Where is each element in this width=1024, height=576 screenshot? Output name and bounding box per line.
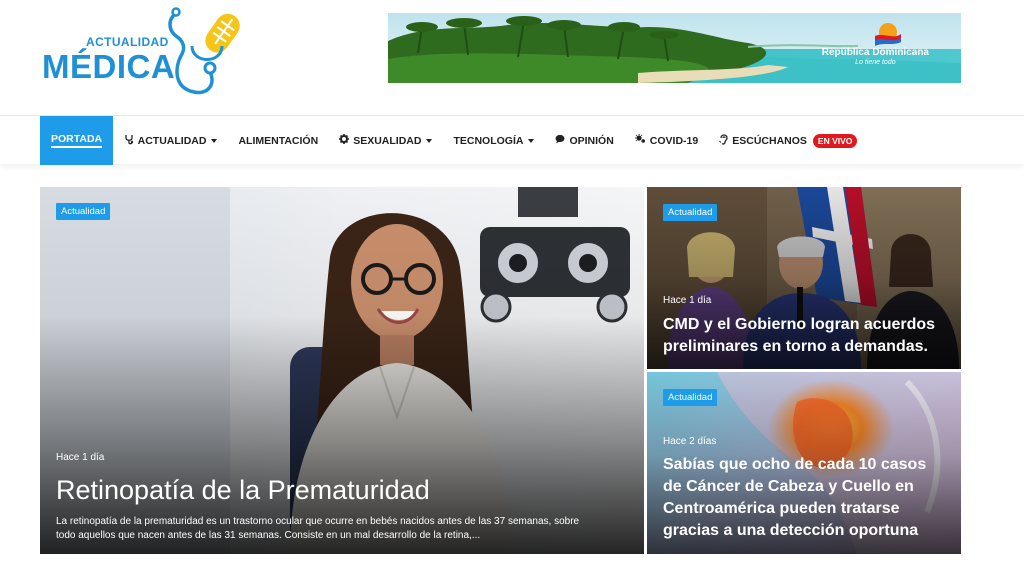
side-article-card-top[interactable]: Actualidad Hace 1 día CMD y el Gobierno … <box>647 187 961 369</box>
article-title[interactable]: Retinopatía de la Prematuridad <box>56 474 430 507</box>
stethoscope-icon <box>124 134 134 148</box>
banner-brand-name: República Dominicana <box>821 47 929 58</box>
comment-icon <box>555 134 565 147</box>
nav-label: ALIMENTACIÓN <box>238 134 319 147</box>
nav-item-alimentacion[interactable]: ALIMENTACIÓN <box>228 116 329 165</box>
chevron-down-icon <box>426 138 433 143</box>
article-title-line1[interactable]: Sabías que ocho de cada 10 casos <box>663 455 926 475</box>
main-navigation: PORTADA ACTUALIDAD ALIMENTACIÓN SEXUALID… <box>0 115 1024 165</box>
article-title-line3[interactable]: Centroamérica pueden tratarse <box>663 499 900 519</box>
article-time: Hace 1 día <box>663 295 712 306</box>
banner-brand: República Dominicana Lo tiene todo <box>822 47 929 66</box>
category-badge[interactable]: Actualidad <box>663 389 718 406</box>
nav-label: PORTADA <box>51 133 103 148</box>
article-excerpt-line1: La retinopatía de la prematuridad es un … <box>56 516 580 527</box>
article-time: Hace 2 días <box>663 436 717 447</box>
banner-brand-slogan: Lo tiene todo <box>855 59 896 66</box>
nav-item-sexualidad[interactable]: SEXUALIDAD <box>329 116 443 165</box>
side-article-card-bottom[interactable]: Actualidad Hace 2 días Sabías que ocho d… <box>647 372 961 554</box>
article-title-line2[interactable]: de Cáncer de Cabeza y Cuello en <box>663 477 914 497</box>
advertisement-banner[interactable]: República Dominicana Lo tiene todo <box>388 13 961 83</box>
nav-item-escuchanos[interactable]: ESCÚCHANOS EN VIVO <box>709 116 868 165</box>
category-badge[interactable]: Actualidad <box>56 203 111 220</box>
nav-label: ESCÚCHANOS <box>732 134 807 147</box>
article-time: Hace 1 día <box>56 452 105 463</box>
nav-item-opinion[interactable]: OPINIÓN <box>545 116 624 165</box>
article-excerpt-line2: todo aquellos que nacen antes de las 31 … <box>56 530 481 541</box>
nav-item-actualidad[interactable]: ACTUALIDAD <box>113 116 228 165</box>
chevron-down-icon <box>528 138 535 143</box>
featured-article-card[interactable]: Actualidad Hace 1 día Retinopatía de la … <box>40 187 644 554</box>
nav-label: SEXUALIDAD <box>353 134 422 147</box>
ear-icon <box>719 133 728 148</box>
nav-label: COVID-19 <box>649 134 699 147</box>
nav-item-portada[interactable]: PORTADA <box>40 116 114 165</box>
nav-item-covid-19[interactable]: COVID-19 <box>624 116 708 165</box>
gear-icon <box>339 134 350 147</box>
nav-label: ACTUALIDAD <box>137 134 207 147</box>
article-title-line4[interactable]: gracias a una detección oportuna <box>663 521 918 541</box>
category-badge[interactable]: Actualidad <box>663 204 718 221</box>
nav-label: OPINIÓN <box>569 134 614 147</box>
logo-line1: ACTUALIDAD <box>86 35 169 49</box>
live-badge: EN VIVO <box>812 133 858 148</box>
article-title-line2[interactable]: preliminares en torno a demandas. <box>663 337 928 357</box>
republica-dominicana-logo-icon <box>875 23 901 46</box>
stethoscope-microphone-icon <box>168 7 240 95</box>
site-logo[interactable]: ACTUALIDAD MÉDICA <box>42 6 242 98</box>
nav-item-tecnologia[interactable]: TECNOLOGÍA <box>443 116 545 165</box>
site-header: ACTUALIDAD MÉDICA República Dominicana L… <box>0 0 1024 115</box>
chevron-down-icon <box>211 138 218 143</box>
virus-icon <box>634 134 646 147</box>
article-title-line1[interactable]: CMD y el Gobierno logran acuerdos <box>663 315 935 335</box>
nav-label: TECNOLOGÍA <box>453 134 524 147</box>
logo-line2: MÉDICA <box>42 48 176 85</box>
